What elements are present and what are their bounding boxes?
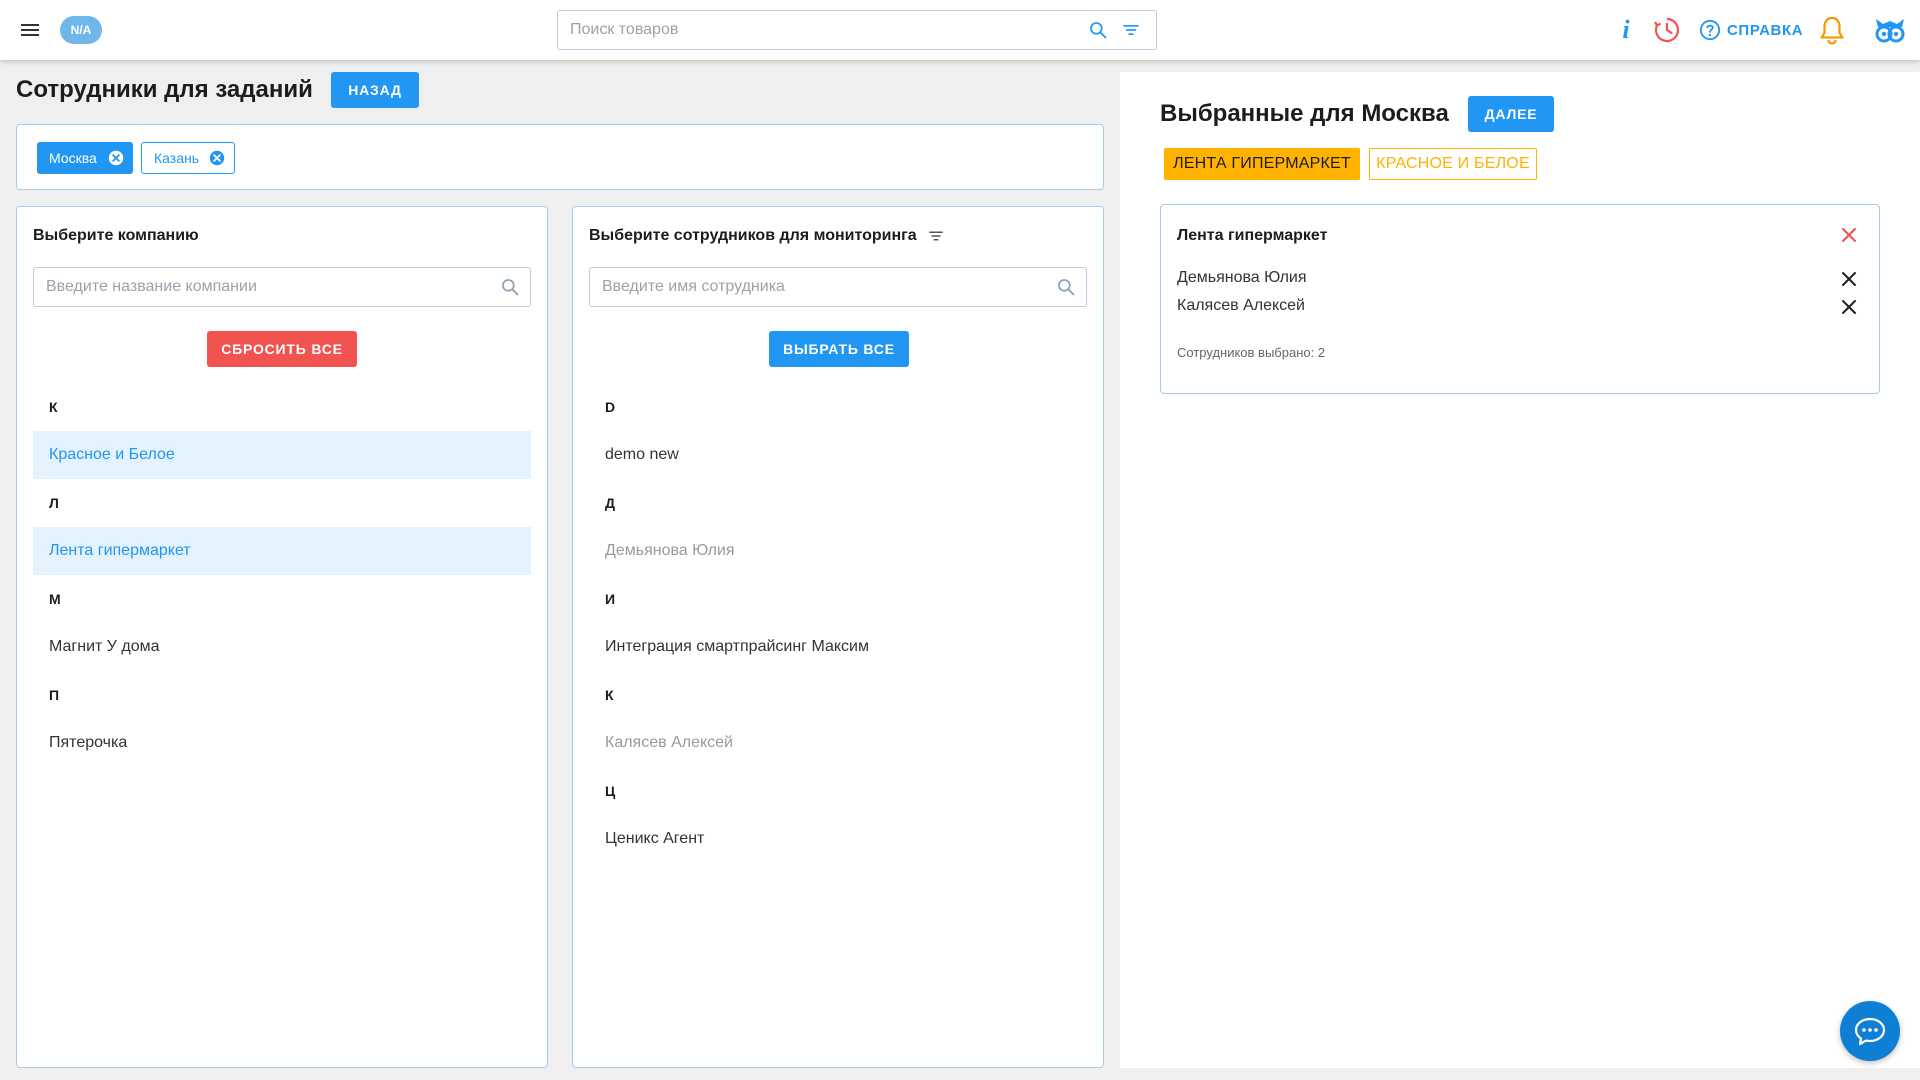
select-all-button[interactable]: ВЫБРАТЬ ВСЕ (769, 331, 909, 367)
help-label: СПРАВКА (1727, 21, 1804, 39)
letter-header: К (605, 687, 614, 703)
help-circle-icon (1699, 19, 1721, 41)
help-link[interactable]: СПРАВКА (1699, 17, 1803, 43)
company-list: К Красное и Белое Л Лента гипермаркет М … (33, 383, 531, 767)
employee-item[interactable]: Ценикс Агент (589, 815, 1087, 863)
region-chip-moscow[interactable]: Москва (37, 142, 133, 174)
search-icon[interactable] (1088, 20, 1108, 40)
company-item[interactable]: Магнит У дома (33, 623, 531, 671)
letter-header: D (605, 399, 616, 415)
letter-header: П (49, 687, 60, 703)
region-filter: Москва Казань (16, 124, 1104, 190)
selected-company-card: Лента гипермаркет Демьянова Юлия Калясев… (1160, 204, 1880, 394)
letter-header: И (605, 591, 616, 607)
employee-panel-title: Выберите сотрудников для мониторинга (589, 227, 945, 245)
letter-header: К (49, 399, 58, 415)
chat-support-button[interactable] (1840, 1001, 1900, 1061)
employee-item[interactable]: Демьянова Юлия (589, 527, 1087, 575)
employee-list: D demo new Д Демьянова Юлия И Интеграция… (589, 383, 1087, 863)
reset-all-button[interactable]: СБРОСИТЬ ВСЕ (207, 331, 357, 367)
sort-filter-icon[interactable] (927, 227, 945, 245)
search-icon[interactable] (1056, 277, 1076, 297)
company-panel-title-text: Выберите компанию (33, 227, 199, 244)
letter-header: М (49, 591, 61, 607)
chat-bubble-icon (1854, 1017, 1886, 1046)
tab-lenta[interactable]: ЛЕНТА ГИПЕРМАРКЕТ (1164, 148, 1360, 180)
brand-logo-icon[interactable] (1873, 13, 1907, 47)
product-search (557, 10, 1157, 50)
filter-icon[interactable] (1121, 20, 1141, 40)
selected-company-name: Лента гипермаркет (1177, 227, 1328, 244)
employee-panel: Выберите сотрудников для мониторинга ВЫБ… (572, 206, 1104, 1068)
remove-employee-icon[interactable] (1839, 269, 1859, 289)
selected-employee: Демьянова Юлия (1177, 269, 1307, 286)
selected-count: Сотрудников выбрано: 2 (1177, 345, 1326, 360)
next-button[interactable]: ДАЛЕЕ (1468, 96, 1554, 132)
info-icon[interactable]: i (1616, 14, 1636, 46)
employee-search-input[interactable] (590, 268, 1030, 306)
page-title: Сотрудники для заданий (16, 76, 313, 103)
remove-circle-icon[interactable] (107, 149, 125, 167)
tab-krasnoe-i-beloe[interactable]: КРАСНОЕ И БЕЛОЕ (1369, 148, 1537, 180)
letter-header: Ц (605, 783, 616, 799)
notification-bell-icon[interactable] (1818, 15, 1846, 45)
back-button[interactable]: НАЗАД (331, 72, 419, 108)
top-bar: N/A i СПРАВКА (0, 0, 1920, 60)
company-search-input[interactable] (34, 268, 474, 306)
selected-employee: Калясев Алексей (1177, 297, 1305, 314)
employee-item[interactable]: Калясев Алексей (589, 719, 1087, 767)
region-chip-label: Казань (154, 150, 200, 166)
remove-employee-icon[interactable] (1839, 297, 1859, 317)
product-search-input[interactable] (558, 11, 1058, 49)
company-panel: Выберите компанию СБРОСИТЬ ВСЕ К Красное… (16, 206, 548, 1068)
selected-panel-title: Выбранные для Москва (1160, 100, 1449, 127)
company-search (33, 267, 531, 307)
company-item[interactable]: Лента гипермаркет (33, 527, 531, 575)
company-item[interactable]: Красное и Белое (33, 431, 531, 479)
employee-item[interactable]: Интеграция смартпрайсинг Максим (589, 623, 1087, 671)
employee-item[interactable]: demo new (589, 431, 1087, 479)
search-icon[interactable] (500, 277, 520, 297)
clock-icon[interactable] (1653, 16, 1681, 44)
remove-company-icon[interactable] (1839, 225, 1859, 245)
user-avatar[interactable]: N/A (60, 16, 102, 44)
letter-header: Л (49, 495, 59, 511)
region-chip-label: Москва (49, 150, 97, 166)
letter-header: Д (605, 495, 615, 511)
remove-circle-icon[interactable] (208, 149, 226, 167)
employee-panel-title-text: Выберите сотрудников для мониторинга (589, 227, 917, 244)
selected-panel: Выбранные для Москва ДАЛЕЕ ЛЕНТА ГИПЕРМА… (1120, 72, 1920, 1068)
region-chip-kazan[interactable]: Казань (141, 142, 235, 174)
employee-search (589, 267, 1087, 307)
menu-icon[interactable] (18, 18, 42, 42)
company-panel-title: Выберите компанию (33, 227, 199, 245)
company-item[interactable]: Пятерочка (33, 719, 531, 767)
